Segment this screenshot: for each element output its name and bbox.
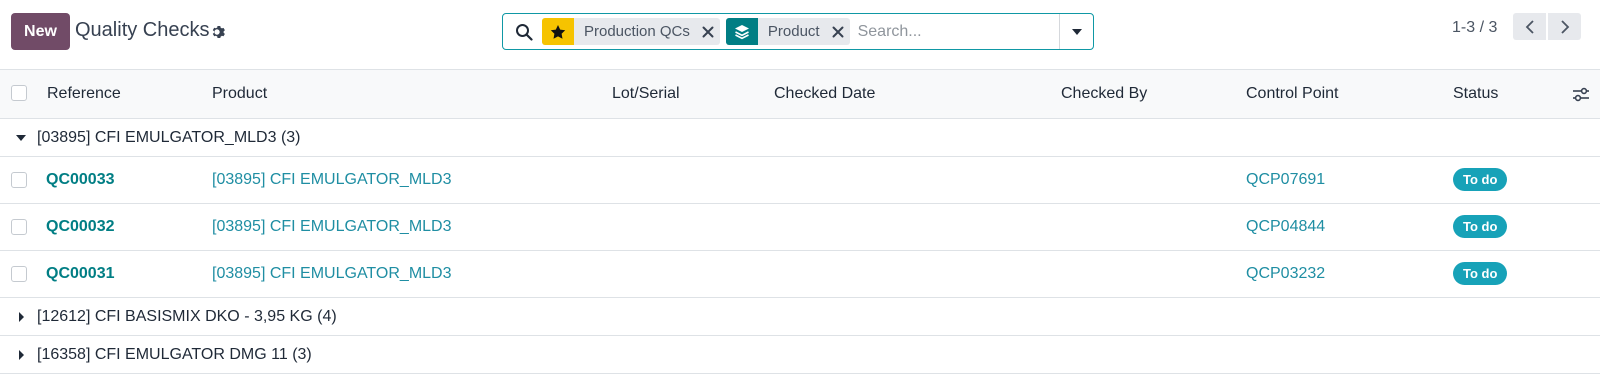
- facet-label: Product: [767, 23, 820, 40]
- row-checkbox[interactable]: [11, 172, 27, 188]
- close-icon[interactable]: [696, 18, 720, 45]
- caret-down-icon: [16, 135, 26, 141]
- column-header-checked-by[interactable]: Checked By: [1061, 85, 1147, 103]
- gear-icon[interactable]: [211, 24, 227, 40]
- group-row[interactable]: [16358] CFI EMULGATOR DMG 11 (3): [0, 336, 1600, 374]
- group-row[interactable]: [12612] CFI BASISMIX DKO - 3,95 KG (4): [0, 298, 1600, 336]
- product-link[interactable]: [03895] CFI EMULGATOR_MLD3: [212, 265, 452, 283]
- new-button[interactable]: New: [11, 13, 70, 50]
- column-settings-icon[interactable]: [1572, 86, 1590, 104]
- group-row[interactable]: [03895] CFI EMULGATOR_MLD3 (3): [0, 119, 1600, 157]
- pager-value[interactable]: 1-3 / 3: [1452, 19, 1497, 37]
- caret-right-icon: [19, 350, 24, 360]
- control-panel: New Quality Checks Production QCs Produc…: [0, 0, 1600, 70]
- pager-next-button[interactable]: [1548, 13, 1581, 40]
- group-label: [12612] CFI BASISMIX DKO - 3,95 KG (4): [37, 308, 337, 325]
- control-point-link[interactable]: QCP03232: [1246, 265, 1325, 283]
- column-header-lot-serial[interactable]: Lot/Serial: [612, 85, 680, 103]
- chevron-right-icon: [1560, 19, 1569, 34]
- search-input[interactable]: [857, 22, 1048, 41]
- row-checkbox[interactable]: [11, 219, 27, 235]
- row-checkbox[interactable]: [11, 266, 27, 282]
- layers-icon: [725, 18, 758, 45]
- column-header-checked-date[interactable]: Checked Date: [774, 85, 875, 103]
- facet-product[interactable]: Product: [725, 18, 850, 45]
- select-all-checkbox[interactable]: [11, 85, 27, 101]
- pager-previous-button[interactable]: [1513, 13, 1546, 40]
- table-row[interactable]: QC00032 [03895] CFI EMULGATOR_MLD3 QCP04…: [0, 204, 1600, 251]
- status-badge: To do: [1453, 215, 1508, 238]
- status-badge: To do: [1453, 262, 1508, 285]
- reference-cell[interactable]: QC00033: [46, 171, 115, 189]
- table-row[interactable]: QC00031 [03895] CFI EMULGATOR_MLD3 QCP03…: [0, 251, 1600, 298]
- column-header-product[interactable]: Product: [212, 85, 267, 103]
- column-header-reference[interactable]: Reference: [47, 85, 121, 103]
- column-header-control-point[interactable]: Control Point: [1246, 85, 1339, 103]
- page-title: Quality Checks: [75, 19, 210, 41]
- table-header: Reference Product Lot/Serial Checked Dat…: [0, 70, 1600, 119]
- caret-down-icon: [1071, 28, 1082, 35]
- group-label: [03895] CFI EMULGATOR_MLD3 (3): [37, 129, 301, 146]
- reference-cell[interactable]: QC00032: [46, 218, 115, 236]
- star-icon: [542, 18, 574, 45]
- column-header-status[interactable]: Status: [1453, 85, 1498, 103]
- product-link[interactable]: [03895] CFI EMULGATOR_MLD3: [212, 218, 452, 236]
- control-point-link[interactable]: QCP07691: [1246, 171, 1325, 189]
- search-options-toggle[interactable]: [1059, 14, 1093, 49]
- control-point-link[interactable]: QCP04844: [1246, 218, 1325, 236]
- status-badge: To do: [1453, 168, 1508, 191]
- table-row[interactable]: QC00033 [03895] CFI EMULGATOR_MLD3 QCP07…: [0, 157, 1600, 204]
- facet-label: Production QCs: [584, 23, 690, 40]
- close-icon[interactable]: [826, 18, 850, 45]
- search-bar[interactable]: Production QCs Product: [502, 13, 1094, 50]
- group-label: [16358] CFI EMULGATOR DMG 11 (3): [37, 346, 312, 363]
- facet-production-qcs[interactable]: Production QCs: [542, 18, 720, 45]
- search-icon: [516, 23, 533, 41]
- product-link[interactable]: [03895] CFI EMULGATOR_MLD3: [212, 171, 452, 189]
- reference-cell[interactable]: QC00031: [46, 265, 115, 283]
- chevron-left-icon: [1525, 19, 1534, 34]
- caret-right-icon: [19, 312, 24, 322]
